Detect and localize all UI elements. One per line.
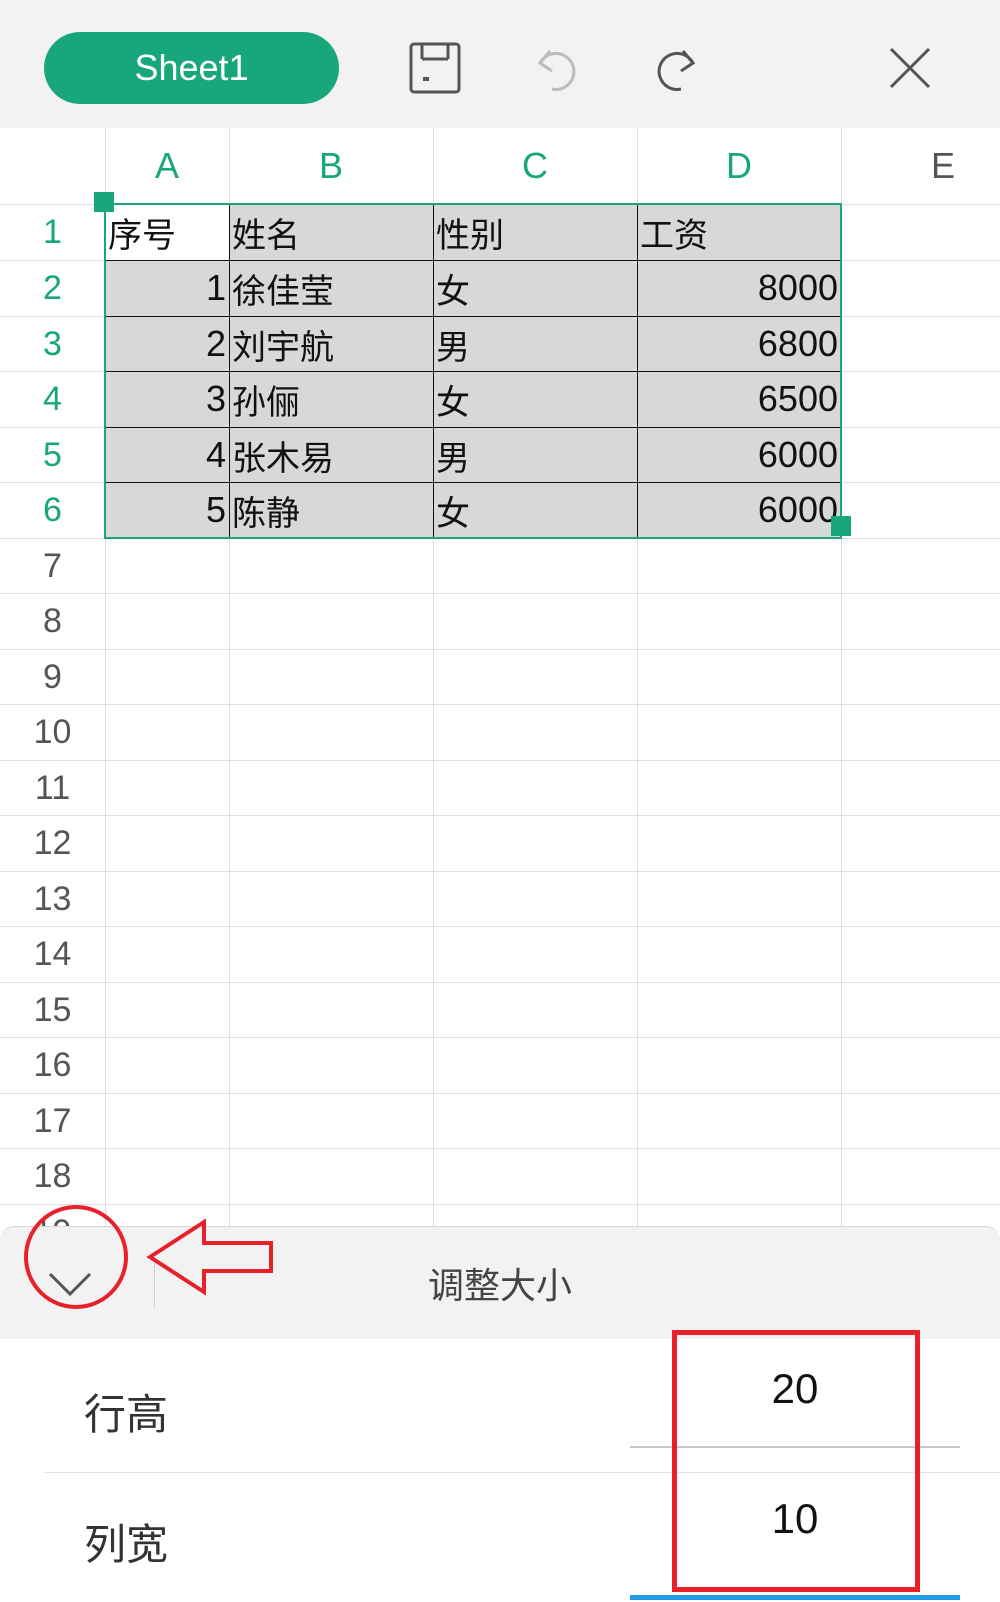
row-header[interactable]: 16 (0, 1037, 105, 1093)
row-header[interactable]: 2 (0, 260, 105, 316)
panel-title: 调整大小 (427, 1266, 572, 1307)
resize-panel-header: 调整大小 (0, 1226, 1000, 1340)
selection-handle-bottom-right[interactable] (831, 516, 851, 536)
row-header[interactable]: 9 (0, 649, 105, 705)
redo-icon[interactable] (646, 36, 710, 100)
close-icon[interactable] (878, 36, 942, 100)
row-height-input[interactable]: 20 (630, 1365, 960, 1413)
sheet-name-button[interactable]: Sheet1 (44, 32, 339, 104)
row-header[interactable]: 13 (0, 871, 105, 927)
column-header-d[interactable]: D (637, 128, 841, 204)
row-header[interactable]: 3 (0, 316, 105, 372)
column-header-b[interactable]: B (229, 128, 433, 204)
selection-handle-top-left[interactable] (94, 192, 114, 212)
column-width-input[interactable]: 10 (630, 1495, 960, 1543)
row-header[interactable]: 12 (0, 815, 105, 871)
column-header-e[interactable]: E (841, 128, 1000, 204)
divider (44, 1472, 1000, 1473)
top-toolbar: Sheet1 (0, 0, 1000, 129)
row-header[interactable]: 6 (0, 482, 105, 538)
row-header[interactable]: 5 (0, 427, 105, 483)
resize-panel-body: 行高 20 列宽 10 (0, 1339, 1000, 1602)
row-height-label: 行高 (84, 1390, 169, 1439)
divider (154, 1259, 155, 1309)
row-header[interactable]: 19 (0, 1204, 105, 1227)
row-header[interactable]: 11 (0, 760, 105, 816)
column-width-underline (630, 1595, 960, 1600)
column-header-c[interactable]: C (433, 128, 637, 204)
column-header-a[interactable]: A (105, 128, 229, 204)
row-header[interactable]: 15 (0, 982, 105, 1038)
row-header[interactable]: 4 (0, 371, 105, 427)
save-icon[interactable] (403, 36, 467, 100)
chevron-down-icon (48, 1272, 92, 1297)
selection-border (104, 203, 842, 539)
row-height-underline (630, 1446, 960, 1448)
collapse-panel-button[interactable] (30, 1249, 110, 1319)
column-width-label: 列宽 (84, 1520, 169, 1569)
row-header[interactable]: 18 (0, 1148, 105, 1204)
row-header[interactable]: 1 (0, 204, 105, 260)
row-header[interactable]: 8 (0, 593, 105, 649)
row-header[interactable]: 10 (0, 704, 105, 760)
spreadsheet-grid[interactable]: A B C D E 1 2 3 4 5 6 7 8 9 10 11 12 13 … (0, 128, 1000, 1226)
row-header[interactable]: 7 (0, 538, 105, 594)
undo-icon[interactable] (523, 36, 587, 100)
row-header[interactable]: 14 (0, 926, 105, 982)
row-header[interactable]: 17 (0, 1093, 105, 1149)
